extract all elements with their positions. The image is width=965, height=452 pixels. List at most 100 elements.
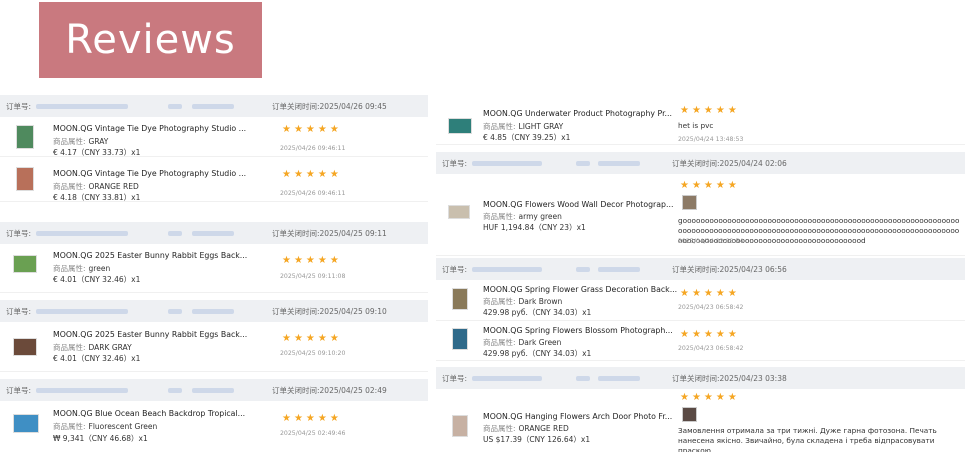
blurred-field: [576, 160, 591, 166]
blurred-field: [192, 308, 235, 314]
rating-stars: ★★★★★: [680, 105, 740, 116]
product-attribute: 商品属性: Fluorescent Green: [53, 421, 157, 432]
blurred-field: [168, 230, 183, 236]
order-number-label: 订单号:: [6, 101, 32, 111]
product-thumbnail[interactable]: [13, 338, 37, 356]
product-title[interactable]: MOON.QG Hanging Flowers Arch Door Photo …: [483, 412, 672, 421]
order-item[interactable]: MOON.QG 2025 Easter Bunny Rabbit Eggs Ba…: [0, 244, 428, 293]
order-number-blurred: [472, 266, 543, 272]
attr-key: 商品属性:: [53, 182, 86, 191]
blurred-field: [598, 375, 641, 381]
review-text: het is pvc: [678, 121, 714, 130]
order-header: 订单号: 订单关闭时间:2025/04/25 09:10: [0, 300, 428, 322]
order-item[interactable]: MOON.QG Blue Ocean Beach Backdrop Tropic…: [0, 401, 428, 452]
product-title[interactable]: MOON.QG Blue Ocean Beach Backdrop Tropic…: [53, 409, 245, 418]
product-attribute: 商品属性: ORANGE RED: [483, 423, 569, 434]
product-thumbnail[interactable]: [13, 414, 39, 433]
attr-key: 商品属性:: [53, 264, 86, 273]
rating-stars: ★★★★★: [680, 392, 740, 403]
product-attribute: 商品属性: GRAY: [53, 136, 108, 147]
product-thumbnail[interactable]: [16, 125, 34, 149]
product-price: US $17.39（CNY 126.64）x1: [483, 435, 591, 444]
left-order-column: 订单号: 订单关闭时间:2025/04/26 09:45 MOON.QG Vin…: [0, 95, 428, 452]
product-price: 429.98 руб.（CNY 34.03）x1: [483, 349, 592, 358]
product-attribute: 商品属性: LIGHT GRAY: [483, 121, 563, 132]
rating-stars: ★★★★★: [680, 329, 740, 340]
review-text: Замовлення отримала за три тижні. Дуже г…: [678, 426, 937, 452]
blurred-field: [576, 375, 591, 381]
order-item[interactable]: MOON.QG Spring Flowers Blossom Photograp…: [436, 321, 965, 361]
order-number-label: 订单号:: [442, 264, 468, 274]
order-item[interactable]: MOON.QG Flowers Wood Wall Decor Photogra…: [436, 174, 965, 256]
attr-key: 商品属性:: [53, 137, 86, 146]
product-thumbnail[interactable]: [452, 288, 468, 310]
blurred-field: [192, 387, 235, 393]
attr-value: Dark Green: [518, 338, 562, 347]
rating-stars: ★★★★★: [282, 169, 342, 180]
attr-value: Fluorescent Green: [88, 422, 158, 431]
review-date: 2025/04/26 09:46:11: [280, 145, 346, 152]
order-close-time: 订单关闭时间:2025/04/23 03:38: [672, 373, 787, 383]
attr-key: 商品属性:: [483, 122, 516, 131]
product-thumbnail[interactable]: [13, 255, 37, 273]
order-number-label: 订单号:: [6, 385, 32, 395]
right-order-column: MOON.QG Underwater Product Photography P…: [436, 95, 965, 452]
order-number-blurred: [36, 103, 129, 109]
product-price: € 4.01（CNY 32.46）x1: [53, 275, 141, 284]
product-title[interactable]: MOON.QG 2025 Easter Bunny Rabbit Eggs Ba…: [53, 251, 247, 260]
order-header: 订单号: 订单关闭时间:2025/04/23 03:38: [436, 367, 965, 389]
attr-key: 商品属性:: [483, 297, 516, 306]
blurred-field: [576, 266, 591, 272]
product-title[interactable]: MOON.QG Underwater Product Photography P…: [483, 109, 672, 118]
rating-stars: ★★★★★: [282, 413, 342, 424]
review-photo[interactable]: [682, 407, 697, 422]
product-price: HUF 1,194.84（CNY 23）x1: [483, 223, 586, 232]
product-title[interactable]: MOON.QG Vintage Tie Dye Photography Stud…: [53, 124, 246, 133]
blurred-field: [168, 308, 183, 314]
order-item[interactable]: MOON.QG Vintage Tie Dye Photography Stud…: [0, 157, 428, 202]
review-date: 2025/04/24 13:48:53: [678, 136, 744, 143]
order-item[interactable]: MOON.QG 2025 Easter Bunny Rabbit Eggs Ba…: [0, 322, 428, 372]
attr-key: 商品属性:: [53, 343, 86, 352]
product-thumbnail[interactable]: [452, 415, 468, 437]
product-thumbnail[interactable]: [448, 118, 472, 134]
product-thumbnail[interactable]: [16, 167, 34, 191]
review-date: 2025/04/25 09:10:20: [280, 350, 346, 357]
attr-value: ORANGE RED: [88, 182, 139, 191]
order-item[interactable]: MOON.QG Vintage Tie Dye Photography Stud…: [0, 117, 428, 157]
order-number-label: 订单号:: [6, 306, 32, 316]
order-item[interactable]: MOON.QG Spring Flower Grass Decoration B…: [436, 280, 965, 321]
attr-key: 商品属性:: [483, 424, 516, 433]
order-close-time: 订单关闭时间:2025/04/23 06:56: [672, 264, 787, 274]
rating-stars: ★★★★★: [282, 255, 342, 266]
product-price: € 4.85（CNY 39.25）x1: [483, 133, 571, 142]
product-attribute: 商品属性: green: [53, 263, 110, 274]
order-number-label: 订单号:: [442, 373, 468, 383]
product-thumbnail[interactable]: [452, 328, 468, 350]
order-number-blurred: [36, 230, 129, 236]
review-date: 2025/04/25 02:49:46: [280, 430, 346, 437]
blurred-field: [598, 266, 641, 272]
product-title[interactable]: MOON.QG Flowers Wood Wall Decor Photogra…: [483, 200, 673, 209]
blurred-field: [598, 160, 641, 166]
blurred-field: [168, 387, 183, 393]
rating-stars: ★★★★★: [282, 124, 342, 135]
order-item[interactable]: MOON.QG Underwater Product Photography P…: [436, 99, 965, 145]
attr-value: LIGHT GRAY: [518, 122, 564, 131]
attr-key: 商品属性:: [53, 422, 86, 431]
product-title[interactable]: MOON.QG Spring Flower Grass Decoration B…: [483, 285, 677, 294]
attr-value: green: [88, 264, 111, 273]
review-photo[interactable]: [682, 195, 697, 210]
order-number-label: 订单号:: [6, 228, 32, 238]
attr-value: Dark Brown: [518, 297, 563, 306]
order-number-label: 订单号:: [442, 158, 468, 168]
product-thumbnail[interactable]: [448, 205, 470, 219]
attr-value: army green: [518, 212, 562, 221]
product-title[interactable]: MOON.QG Spring Flowers Blossom Photograp…: [483, 326, 673, 335]
product-title[interactable]: MOON.QG Vintage Tie Dye Photography Stud…: [53, 169, 246, 178]
review-date: 2025/04/25 09:11:08: [280, 273, 346, 280]
reviews-banner: Reviews: [39, 2, 262, 78]
product-title[interactable]: MOON.QG 2025 Easter Bunny Rabbit Eggs Ba…: [53, 330, 247, 339]
order-item[interactable]: MOON.QG Hanging Flowers Arch Door Photo …: [436, 389, 965, 452]
order-header: 订单号: 订单关闭时间:2025/04/25 09:11: [0, 222, 428, 244]
